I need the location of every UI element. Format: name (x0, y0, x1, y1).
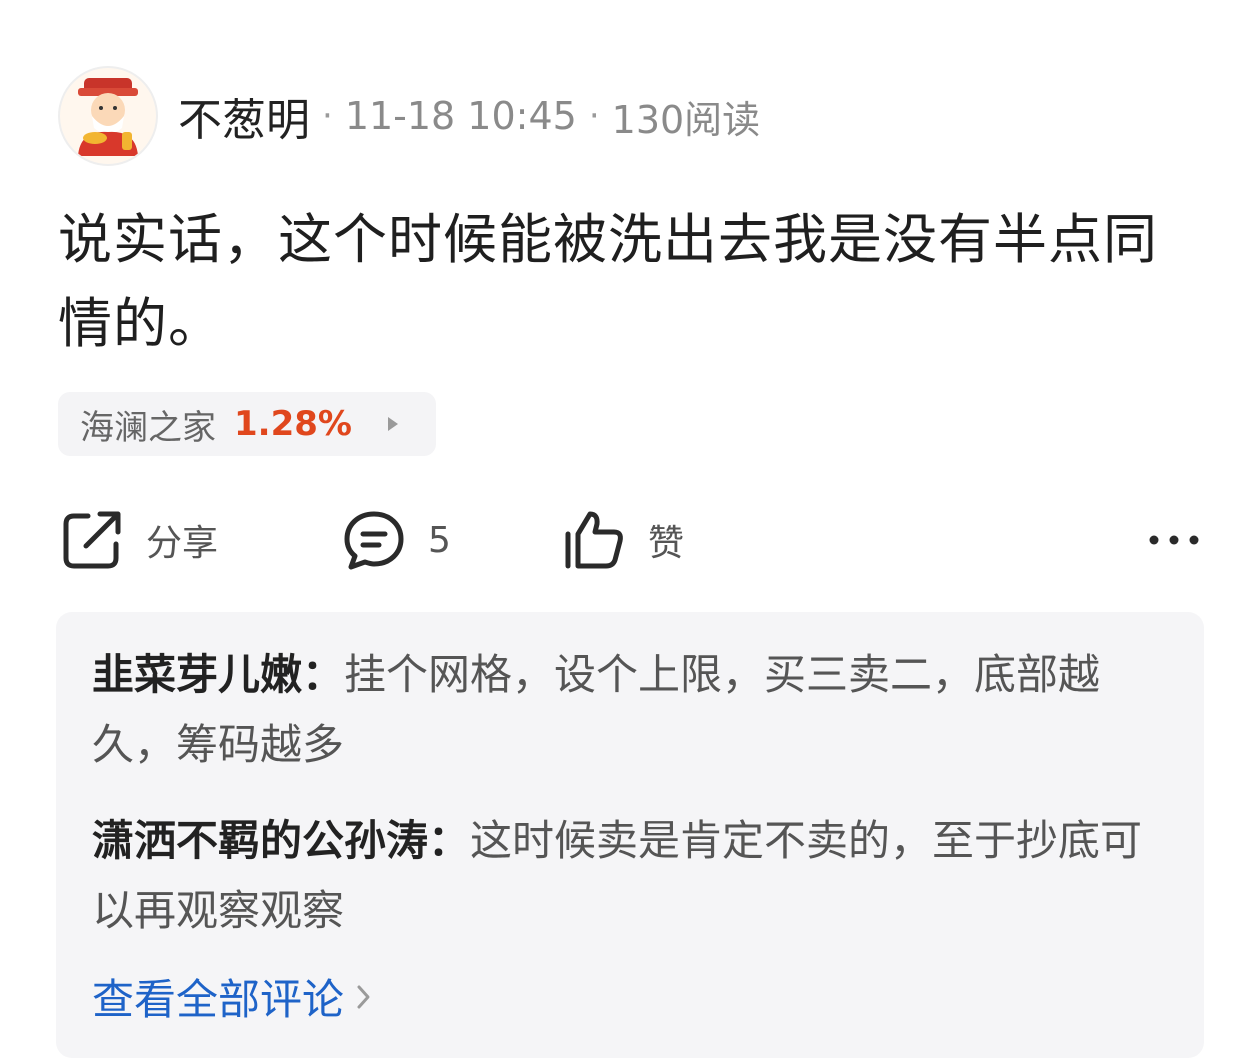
meta-separator: · (588, 96, 600, 136)
comment-count: 5 (428, 519, 451, 561)
author-avatar[interactable] (58, 66, 158, 166)
chevron-right-icon (357, 985, 370, 1008)
comment-item[interactable]: 潇洒不羁的公孙涛：这时候卖是肯定不卖的，至于抄底可以再观察观察 (92, 806, 1168, 946)
share-label: 分享 (146, 523, 219, 564)
god-of-wealth-avatar-icon (78, 78, 138, 156)
thumbs-up-icon (565, 511, 623, 569)
action-bar: 分享 5 赞 (60, 500, 1200, 580)
comments-preview: 韭菜芽儿嫩：挂个网格，设个上限，买三卖二，底部越久，筹码越多 潇洒不羁的公孙涛：… (56, 612, 1204, 1058)
post-meta: · 11-18 10:45 · 130阅读 (310, 89, 760, 144)
more-button[interactable] (1148, 500, 1200, 580)
post-card: 不葱明 · 11-18 10:45 · 130阅读 说实话，这个时候能被洗出去我… (0, 0, 1260, 1060)
share-icon (63, 511, 121, 569)
share-button[interactable]: 分享 (60, 500, 218, 580)
meta-separator: · (322, 96, 333, 136)
view-all-comments-link[interactable]: 查看全部评论 (92, 966, 372, 1027)
read-count: 130阅读 (611, 97, 761, 142)
comment-item[interactable]: 韭菜芽儿嫩：挂个网格，设个上限，买三卖二，底部越久，筹码越多 (92, 640, 1168, 780)
comment-button[interactable]: 5 (342, 500, 451, 580)
stock-name: 海澜之家 (80, 407, 216, 448)
comment-author[interactable]: 潇洒不羁的公孙涛： (92, 816, 470, 865)
like-button[interactable]: 赞 (562, 500, 684, 580)
caret-right-icon (387, 417, 398, 431)
author-name[interactable]: 不葱明 (178, 84, 310, 148)
more-dots-icon (1149, 535, 1199, 545)
comment-author[interactable]: 韭菜芽儿嫩： (92, 650, 344, 699)
stock-tag[interactable]: 海澜之家 1.28% (58, 392, 436, 456)
comment-icon (344, 511, 404, 570)
post-time: 11-18 10:45 (344, 94, 577, 138)
like-label: 赞 (648, 523, 685, 564)
stock-change: 1.28% (234, 404, 352, 444)
post-body: 说实话，这个时候能被洗出去我是没有半点同情的。 (58, 208, 1158, 355)
post-header: 不葱明 · 11-18 10:45 · 130阅读 (58, 66, 760, 166)
view-all-label: 查看全部评论 (92, 975, 345, 1024)
